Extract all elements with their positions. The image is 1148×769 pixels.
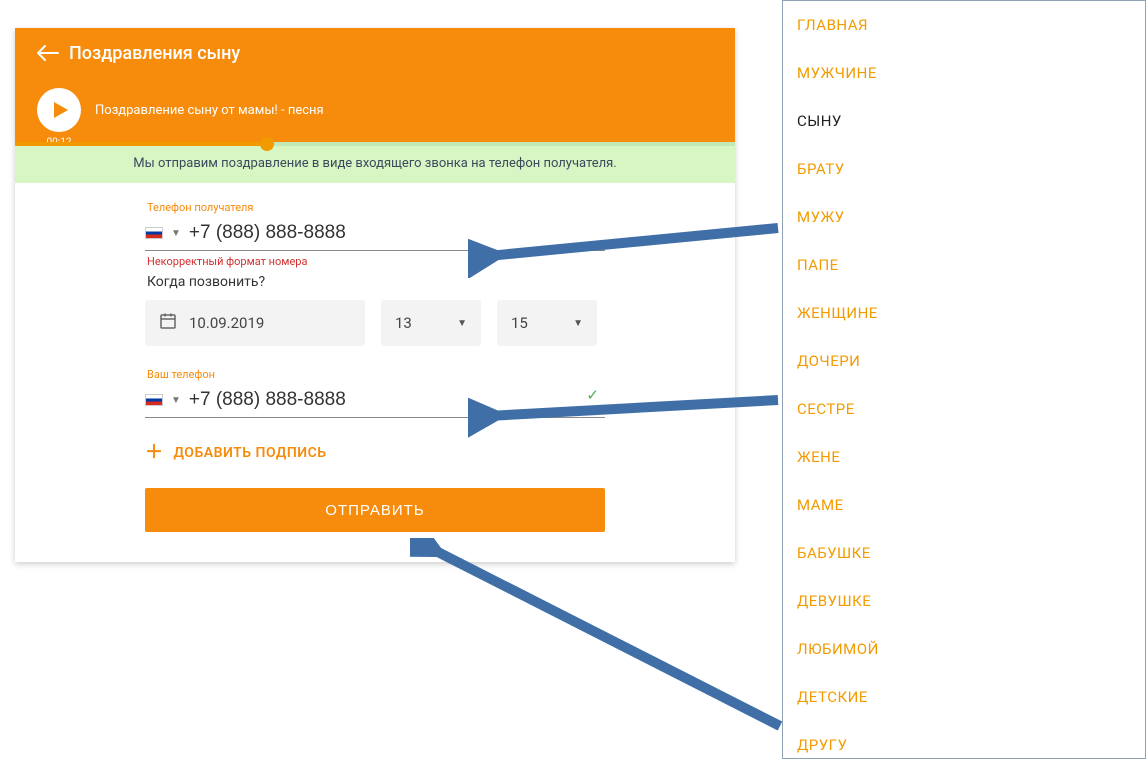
date-picker[interactable]: 10.09.2019 xyxy=(145,300,365,346)
audio-player: 00:12 Поздравление сыну от мамы! - песня xyxy=(37,88,713,142)
check-icon: ✓ xyxy=(586,386,599,404)
sidebar-item[interactable]: ЛЮБИМОЙ xyxy=(783,625,1145,673)
annotation-arrow xyxy=(410,538,790,738)
sidebar-item[interactable]: СЫНУ xyxy=(783,97,1145,145)
chevron-down-icon: ▼ xyxy=(457,318,467,329)
caller-label: Ваш телефон xyxy=(147,368,605,381)
greeting-card: Поздравления сыну 00:12 Поздравление сын… xyxy=(15,28,735,562)
sidebar-item[interactable]: ДЕТСКИЕ xyxy=(783,673,1145,721)
minute-select[interactable]: 15 ▼ xyxy=(497,300,597,346)
plus-icon: ＋ xyxy=(145,444,164,462)
chevron-down-icon: ▼ xyxy=(573,318,583,329)
back-icon[interactable] xyxy=(37,42,59,64)
minute-value: 15 xyxy=(511,314,528,332)
sidebar-item[interactable]: ДРУГУ xyxy=(783,721,1145,769)
date-value: 10.09.2019 xyxy=(189,314,264,332)
recipient-phone-field: Телефон получателя ▼ Некорректный формат… xyxy=(145,201,605,268)
sidebar-item[interactable]: МУЖУ xyxy=(783,193,1145,241)
sidebar-item[interactable]: БРАТУ xyxy=(783,145,1145,193)
recipient-error: Некорректный формат номера xyxy=(147,255,605,268)
sidebar-item[interactable]: ГЛАВНАЯ xyxy=(783,1,1145,49)
flag-icon xyxy=(145,394,163,406)
progress-bar[interactable] xyxy=(15,142,735,146)
form: Телефон получателя ▼ Некорректный формат… xyxy=(15,183,735,562)
recipient-label: Телефон получателя xyxy=(147,201,605,214)
sidebar-item[interactable]: ЖЕНЩИНЕ xyxy=(783,289,1145,337)
play-button[interactable]: 00:12 xyxy=(37,88,81,132)
sidebar-item[interactable]: БАБУШКЕ xyxy=(783,529,1145,577)
sidebar-item[interactable]: СЕСТРЕ xyxy=(783,385,1145,433)
page-title: Поздравления сыну xyxy=(69,43,240,64)
progress-knob[interactable] xyxy=(260,137,274,151)
hour-value: 13 xyxy=(395,314,412,332)
recipient-phone-input[interactable] xyxy=(189,222,601,244)
send-label: ОТПРАВИТЬ xyxy=(325,502,424,519)
caller-phone-field: Ваш телефон ▼ ✓ xyxy=(145,368,605,418)
flag-icon xyxy=(145,227,163,239)
country-chevron-down-icon[interactable]: ▼ xyxy=(171,228,181,239)
track-title: Поздравление сыну от мамы! - песня xyxy=(95,103,324,118)
add-signature-label: ДОБАВИТЬ ПОДПИСЬ xyxy=(174,445,327,461)
sidebar-item[interactable]: ДЕВУШКЕ xyxy=(783,577,1145,625)
sidebar-item[interactable]: ДОЧЕРИ xyxy=(783,337,1145,385)
sidebar-item[interactable]: МАМЕ xyxy=(783,481,1145,529)
calendar-icon xyxy=(159,312,177,334)
info-strip: Мы отправим поздравление в виде входящег… xyxy=(15,146,735,183)
add-signature-button[interactable]: ＋ ДОБАВИТЬ ПОДПИСЬ xyxy=(145,444,605,462)
when-label: Когда позвонить? xyxy=(147,274,605,290)
country-chevron-down-icon[interactable]: ▼ xyxy=(171,395,181,406)
sidebar-item[interactable]: МУЖЧИНЕ xyxy=(783,49,1145,97)
card-header: Поздравления сыну 00:12 Поздравление сын… xyxy=(15,28,735,142)
category-sidebar: ГЛАВНАЯМУЖЧИНЕСЫНУБРАТУМУЖУПАПЕЖЕНЩИНЕДО… xyxy=(782,0,1146,759)
sidebar-item[interactable]: ПАПЕ xyxy=(783,241,1145,289)
send-button[interactable]: ОТПРАВИТЬ xyxy=(145,488,605,532)
hour-select[interactable]: 13 ▼ xyxy=(381,300,481,346)
caller-phone-input[interactable] xyxy=(189,389,601,411)
sidebar-item[interactable]: ЖЕНЕ xyxy=(783,433,1145,481)
datetime-row: 10.09.2019 13 ▼ 15 ▼ xyxy=(145,300,605,346)
